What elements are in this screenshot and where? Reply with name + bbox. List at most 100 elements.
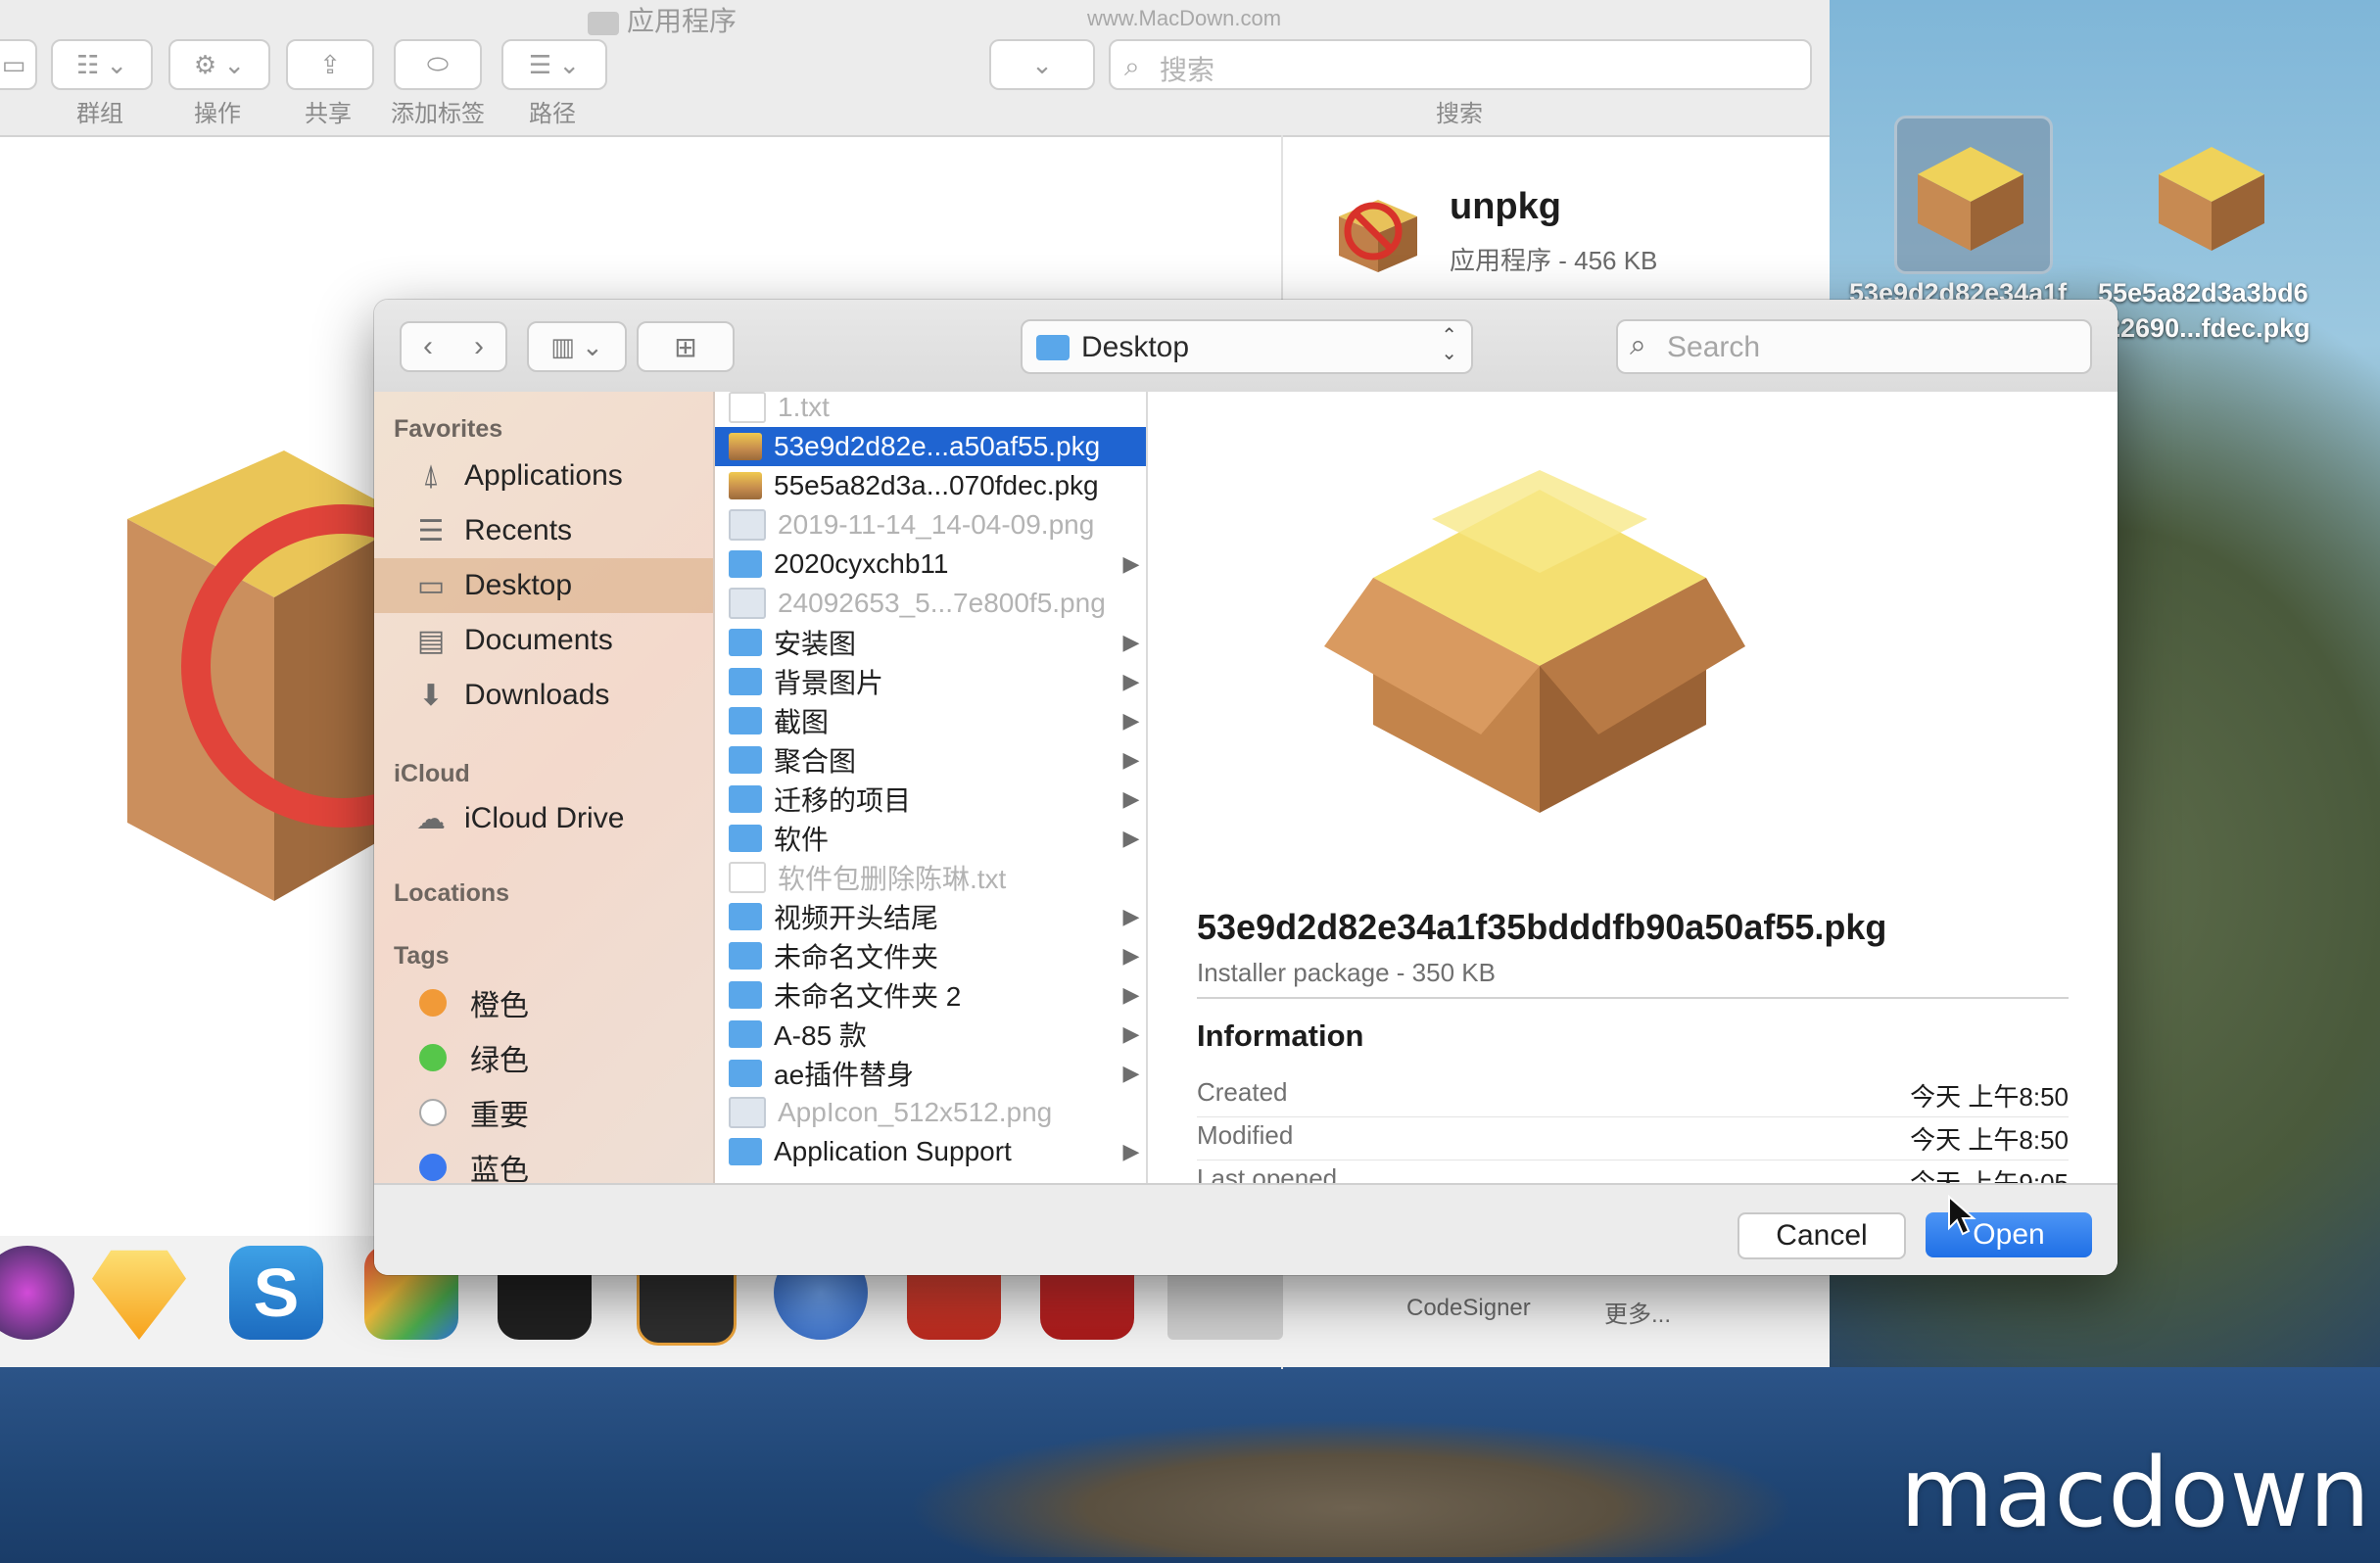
path-button[interactable]: ☰ ⌄: [501, 39, 607, 90]
file-list-item[interactable]: 聚合图 ▶: [715, 740, 1146, 780]
share-label: 共享: [305, 101, 352, 127]
file-list-item[interactable]: 2019-11-14_14-04-09.png: [715, 505, 1146, 545]
file-name: 未命名文件夹: [774, 942, 939, 972]
search-icon: ⌕: [1630, 329, 1646, 361]
search-label: 搜索: [1436, 101, 1483, 127]
file-list-item[interactable]: 截图 ▶: [715, 701, 1146, 740]
add-tag-button[interactable]: ⬭: [394, 39, 482, 90]
file-name: 2020cyxchb11: [774, 548, 949, 579]
folder-icon: [1036, 335, 1070, 360]
file-name: 聚合图: [774, 746, 857, 777]
dialog-toolbar: ‹ › ▥ ⌄ ⊞ Desktop ⌃ ⌄ ⌕ Search: [374, 300, 2118, 394]
cloud-icon: ☁: [416, 802, 446, 835]
sidebar-item-recents[interactable]: ☰ Recents: [374, 503, 713, 558]
folder-icon: [729, 746, 762, 774]
sidebar-item-desktop[interactable]: ▭ Desktop: [374, 558, 713, 613]
search-icon: ⌕: [1124, 51, 1140, 81]
forward-button[interactable]: ›: [452, 321, 507, 372]
gear-icon: ⚙ ⌄: [193, 49, 246, 79]
folder-icon: [729, 550, 762, 578]
finder-search-field[interactable]: ⌕ 搜索: [1109, 39, 1812, 90]
file-list-item[interactable]: 未命名文件夹 ▶: [715, 936, 1146, 975]
file-list-item[interactable]: 迁移的项目 ▶: [715, 780, 1146, 819]
new-folder-icon: ⊞: [674, 331, 697, 362]
open-file-dialog: ‹ › ▥ ⌄ ⊞ Desktop ⌃ ⌄ ⌕ Search Favorites …: [374, 300, 2118, 1275]
folder-icon: [729, 942, 762, 970]
mouse-cursor-icon: [1948, 1195, 1976, 1236]
share-button[interactable]: ⇪: [286, 39, 374, 90]
folder-icon: [729, 1020, 762, 1048]
chevron-right-icon: ▶: [1122, 747, 1140, 772]
location-popup[interactable]: Desktop ⌃ ⌄: [1021, 319, 1473, 374]
file-list-item[interactable]: 视频开头结尾 ▶: [715, 897, 1146, 936]
chevron-right-icon: ▶: [1122, 904, 1140, 928]
sidebar-toggle-button[interactable]: ▭: [0, 39, 37, 90]
chevron-right-icon: ▶: [1122, 786, 1140, 811]
file-name: 软件: [774, 825, 830, 855]
file-list-item[interactable]: 安装图 ▶: [715, 623, 1146, 662]
desktop-file-label-line2[interactable]: 22690...fdec.pkg: [2106, 313, 2310, 344]
location-label: Desktop: [1081, 331, 1190, 363]
new-folder-button[interactable]: ⊞: [637, 321, 735, 372]
file-list-item[interactable]: 55e5a82d3a...070fdec.pkg: [715, 466, 1146, 505]
file-list-item[interactable]: A-85 款 ▶: [715, 1015, 1146, 1054]
sidebar-tag-item[interactable]: 绿色: [374, 1030, 713, 1085]
file-name: 迁移的项目: [774, 785, 912, 816]
file-list-item[interactable]: 53e9d2d82e...a50af55.pkg: [715, 427, 1146, 466]
preview-pane: 53e9d2d82e34a1f35bdddfb90a50af55.pkg Ins…: [1148, 392, 2118, 1198]
file-name: 安装图: [774, 629, 857, 659]
file-list-item[interactable]: 24092653_5...7e800f5.png: [715, 584, 1146, 623]
text-file-icon: [729, 392, 766, 423]
package-preview-icon: [1324, 470, 1745, 813]
tag-color-dot: [419, 1044, 447, 1071]
view-dropdown[interactable]: ⌄: [989, 39, 1095, 90]
file-list-item[interactable]: 软件 ▶: [715, 819, 1146, 858]
tags-header: Tags: [394, 942, 450, 970]
file-name: 2019-11-14_14-04-09.png: [778, 509, 1095, 540]
file-list-item[interactable]: 1.txt: [715, 392, 1146, 427]
folder-icon: [729, 629, 762, 656]
folder-icon: [729, 981, 762, 1009]
sidebar-tag-item[interactable]: 重要: [374, 1085, 713, 1140]
file-list-item[interactable]: 软件包删除陈琳.txt: [715, 858, 1146, 897]
tag-color-dot: [419, 1099, 447, 1126]
group-icon: ☷ ⌄: [75, 49, 128, 79]
dialog-search-field[interactable]: ⌕ Search: [1616, 319, 2092, 374]
action-label: 操作: [194, 101, 241, 127]
columns-icon: ▥ ⌄: [550, 331, 603, 361]
sidebar-item-downloads[interactable]: ⬇ Downloads: [374, 668, 713, 723]
file-list-item[interactable]: 2020cyxchb11 ▶: [715, 545, 1146, 584]
created-key: Created: [1197, 1077, 1288, 1107]
back-button[interactable]: ‹: [400, 321, 456, 372]
view-mode-button[interactable]: ▥ ⌄: [527, 321, 627, 372]
chevron-right-icon: ▶: [1122, 551, 1140, 576]
sidebar-tag-item[interactable]: 橙色: [374, 975, 713, 1030]
file-list-item[interactable]: Application Support ▶: [715, 1132, 1146, 1171]
package-icon: [729, 472, 762, 499]
chevron-right-icon: ▶: [1122, 1061, 1140, 1085]
folder-icon: [729, 785, 762, 813]
file-list-item[interactable]: AppIcon_512x512.png: [715, 1093, 1146, 1132]
file-list-item[interactable]: ae插件替身 ▶: [715, 1054, 1146, 1093]
chevron-right-icon: ▶: [1122, 1139, 1140, 1163]
file-name: 视频开头结尾: [774, 903, 939, 933]
sidebar-item-documents[interactable]: ▤ Documents: [374, 613, 713, 668]
sidebar-item-label: iCloud Drive: [464, 802, 625, 834]
downloads-icon: ⬇: [418, 679, 444, 712]
sidebar-item-applications[interactable]: ⍋ Applications: [374, 449, 713, 503]
tag-color-dot: [419, 1154, 447, 1181]
scrivener-app-icon[interactable]: S: [229, 1246, 323, 1340]
chevron-right-icon: ▶: [1122, 982, 1140, 1007]
file-list-item[interactable]: 背景图片 ▶: [715, 662, 1146, 701]
action-button[interactable]: ⚙ ⌄: [168, 39, 270, 90]
dialog-sidebar: Favorites iCloud Locations Tags ⍋ Applica…: [374, 392, 715, 1187]
cancel-button[interactable]: Cancel: [1737, 1212, 1906, 1259]
chevron-left-icon: ‹: [423, 330, 433, 362]
path-label: 路径: [529, 101, 576, 127]
sidebar-item-label: Recents: [464, 514, 573, 546]
desktop-file-label[interactable]: 55e5a82d3a3bd6: [2098, 278, 2309, 308]
group-button[interactable]: ☷ ⌄: [51, 39, 153, 90]
tag-color-dot: [419, 989, 447, 1017]
sidebar-item-icloud-drive[interactable]: ☁ iCloud Drive: [374, 791, 713, 846]
file-list-item[interactable]: 未命名文件夹 2 ▶: [715, 975, 1146, 1015]
